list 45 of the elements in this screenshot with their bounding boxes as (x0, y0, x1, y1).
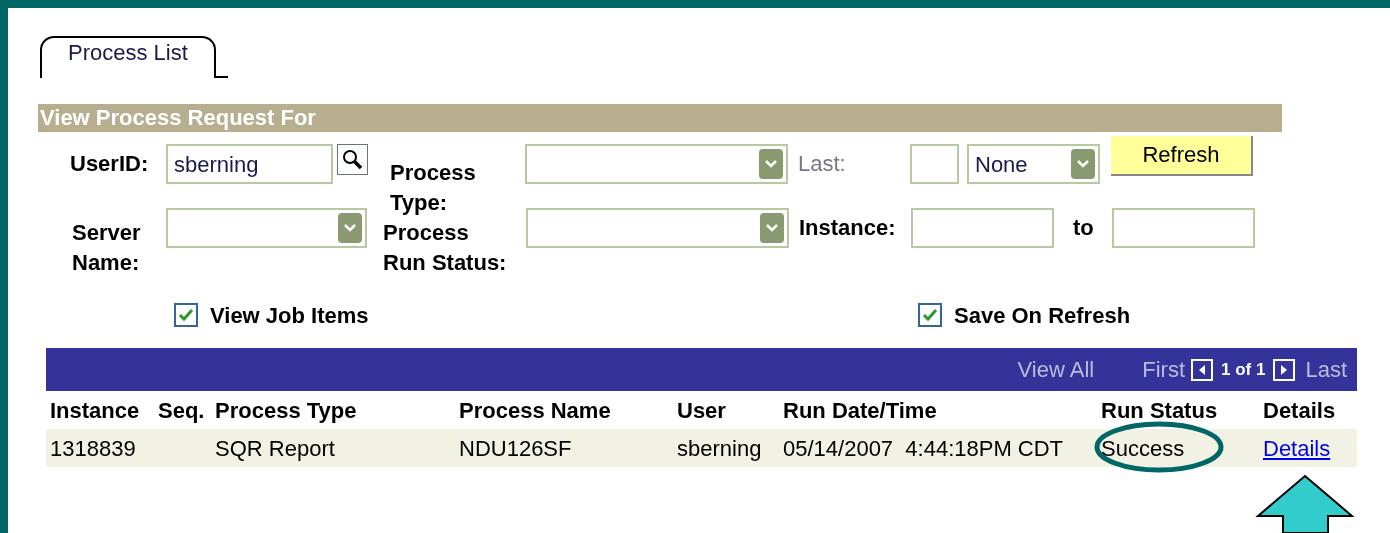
column-header: User (677, 397, 726, 423)
field-label: Server Name: (71, 219, 142, 277)
column-header: Run Date/Time (783, 397, 937, 423)
column-header: Seq. (158, 397, 205, 423)
last-count-field[interactable] (910, 144, 959, 184)
user-id-field[interactable]: sberning (166, 144, 333, 184)
table-cell: Success (1101, 435, 1185, 461)
refresh-button[interactable]: Refresh (1111, 136, 1253, 176)
page-count: 1 of 1 (1221, 358, 1266, 381)
checkmark-icon (922, 308, 938, 322)
table-cell: SQR Report (215, 435, 335, 461)
search-icon[interactable] (337, 144, 368, 175)
column-header: Run Status (1101, 397, 1218, 423)
field-label: Process Type: (390, 159, 477, 217)
field-label: UserID: (69, 150, 150, 178)
tab[interactable]: Process List (40, 36, 216, 78)
checkmark-icon (178, 308, 194, 322)
column-header: Process Name (459, 397, 611, 423)
run-status-select[interactable] (526, 208, 789, 248)
last-link[interactable]: Last (1305, 353, 1347, 386)
first-link[interactable]: First (1142, 353, 1185, 386)
table-cell: NDU126SF (459, 435, 572, 461)
column-header: Instance (50, 397, 140, 423)
section-header: View Process Request For (38, 104, 1282, 132)
column-header: Process Type (215, 397, 357, 423)
field-label: Process Run Status: (383, 219, 508, 277)
next-icon[interactable] (1273, 358, 1296, 381)
previous-icon[interactable] (1191, 358, 1213, 381)
checkbox[interactable] (174, 303, 198, 327)
details-link[interactable]: Details (1263, 435, 1331, 461)
view-all-link[interactable]: View All (1017, 353, 1095, 386)
field-label: to (1072, 214, 1095, 242)
table-cell: sberning (677, 435, 762, 461)
column-header: Details (1263, 397, 1336, 423)
field-label: Last: (798, 150, 847, 178)
checkbox-label: Save On Refresh (954, 301, 1131, 330)
instance-to-field[interactable] (1112, 208, 1255, 248)
instance-from-field[interactable] (911, 208, 1054, 248)
server-name-select[interactable] (166, 208, 367, 248)
checkbox[interactable] (918, 303, 942, 327)
field-label: Instance: (799, 214, 897, 242)
checkbox-label: View Job Items (210, 301, 369, 330)
process-type-select[interactable] (525, 144, 788, 184)
table-cell: 1318839 (50, 435, 136, 461)
table-cell: 05/14/2007 4:44:18PM CDT (783, 435, 1064, 461)
